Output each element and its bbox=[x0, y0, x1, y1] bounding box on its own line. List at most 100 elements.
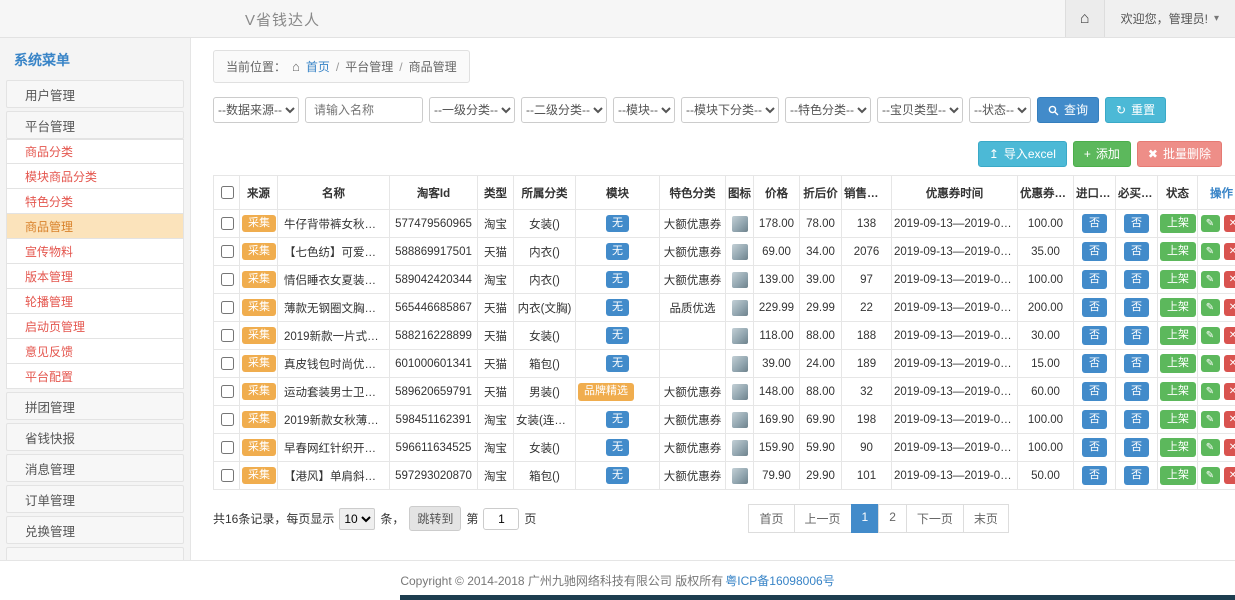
filter-select[interactable]: --数据来源-- bbox=[213, 97, 299, 123]
sidebar-item-用户管理[interactable]: 用户管理 bbox=[6, 80, 184, 108]
delete-button[interactable]: ✕ bbox=[1224, 327, 1235, 344]
jump-page-input[interactable] bbox=[483, 508, 519, 530]
status-button[interactable]: 上架 bbox=[1160, 354, 1196, 372]
import-toggle-button[interactable]: 否 bbox=[1082, 326, 1107, 344]
sidebar-item-cutoff[interactable] bbox=[6, 547, 184, 560]
row-checkbox[interactable] bbox=[221, 469, 234, 482]
page-button-下一页[interactable]: 下一页 bbox=[906, 504, 964, 533]
page-size-select[interactable]: 10 bbox=[339, 508, 375, 530]
status-button[interactable]: 上架 bbox=[1160, 382, 1196, 400]
filter-name-input[interactable] bbox=[305, 97, 423, 123]
sidebar-item-宣传物料[interactable]: 宣传物料 bbox=[6, 239, 184, 264]
delete-button[interactable]: ✕ bbox=[1224, 467, 1235, 484]
status-button[interactable]: 上架 bbox=[1160, 298, 1196, 316]
row-checkbox[interactable] bbox=[221, 301, 234, 314]
must-buy-toggle-button[interactable]: 否 bbox=[1124, 438, 1149, 456]
row-checkbox[interactable] bbox=[221, 217, 234, 230]
filter-select[interactable]: --状态-- bbox=[969, 97, 1031, 123]
sidebar-item-模块商品分类[interactable]: 模块商品分类 bbox=[6, 164, 184, 189]
import-toggle-button[interactable]: 否 bbox=[1082, 214, 1107, 232]
breadcrumb-home-link[interactable]: 首页 bbox=[306, 58, 330, 75]
must-buy-toggle-button[interactable]: 否 bbox=[1124, 270, 1149, 288]
filter-select[interactable]: --特色分类-- bbox=[785, 97, 871, 123]
delete-button[interactable]: ✕ bbox=[1224, 215, 1235, 232]
icp-link[interactable]: 粤ICP备16098006号 bbox=[725, 572, 834, 589]
must-buy-toggle-button[interactable]: 否 bbox=[1124, 466, 1149, 484]
select-all-checkbox[interactable] bbox=[221, 186, 234, 199]
delete-button[interactable]: ✕ bbox=[1224, 355, 1235, 372]
edit-button[interactable]: ✎ bbox=[1201, 383, 1220, 400]
filter-select[interactable]: --一级分类-- bbox=[429, 97, 515, 123]
status-button[interactable]: 上架 bbox=[1160, 214, 1196, 232]
breadcrumb-item-platform[interactable]: 平台管理 bbox=[345, 58, 393, 75]
sidebar-item-商品管理[interactable]: 商品管理 bbox=[6, 214, 184, 239]
sidebar-item-兑换管理[interactable]: 兑换管理 bbox=[6, 516, 184, 544]
page-button-1[interactable]: 1 bbox=[851, 504, 880, 533]
sidebar-item-平台配置[interactable]: 平台配置 bbox=[6, 364, 184, 389]
must-buy-toggle-button[interactable]: 否 bbox=[1124, 242, 1149, 260]
import-toggle-button[interactable]: 否 bbox=[1082, 382, 1107, 400]
add-button[interactable]: + 添加 bbox=[1073, 141, 1131, 167]
sidebar-item-消息管理[interactable]: 消息管理 bbox=[6, 454, 184, 482]
sidebar-item-平台管理[interactable]: 平台管理 bbox=[6, 111, 184, 139]
sidebar-item-订单管理[interactable]: 订单管理 bbox=[6, 485, 184, 513]
must-buy-toggle-button[interactable]: 否 bbox=[1124, 326, 1149, 344]
import-toggle-button[interactable]: 否 bbox=[1082, 270, 1107, 288]
sidebar-item-启动页管理[interactable]: 启动页管理 bbox=[6, 314, 184, 339]
user-menu[interactable]: 欢迎您，管理员! ▾ bbox=[1105, 0, 1235, 37]
status-button[interactable]: 上架 bbox=[1160, 326, 1196, 344]
status-button[interactable]: 上架 bbox=[1160, 270, 1196, 288]
import-toggle-button[interactable]: 否 bbox=[1082, 466, 1107, 484]
edit-button[interactable]: ✎ bbox=[1201, 243, 1220, 260]
row-checkbox[interactable] bbox=[221, 385, 234, 398]
filter-select[interactable]: --二级分类-- bbox=[521, 97, 607, 123]
row-checkbox[interactable] bbox=[221, 357, 234, 370]
import-toggle-button[interactable]: 否 bbox=[1082, 298, 1107, 316]
must-buy-toggle-button[interactable]: 否 bbox=[1124, 410, 1149, 428]
page-button-2[interactable]: 2 bbox=[878, 504, 907, 533]
page-button-上一页[interactable]: 上一页 bbox=[794, 504, 852, 533]
sidebar-item-特色分类[interactable]: 特色分类 bbox=[6, 189, 184, 214]
edit-button[interactable]: ✎ bbox=[1201, 327, 1220, 344]
edit-button[interactable]: ✎ bbox=[1201, 439, 1220, 456]
delete-button[interactable]: ✕ bbox=[1224, 243, 1235, 260]
sidebar-item-商品分类[interactable]: 商品分类 bbox=[6, 139, 184, 164]
must-buy-toggle-button[interactable]: 否 bbox=[1124, 298, 1149, 316]
row-checkbox[interactable] bbox=[221, 441, 234, 454]
filter-select[interactable]: --模块下分类-- bbox=[681, 97, 779, 123]
import-toggle-button[interactable]: 否 bbox=[1082, 354, 1107, 372]
import-toggle-button[interactable]: 否 bbox=[1082, 410, 1107, 428]
page-button-首页[interactable]: 首页 bbox=[748, 504, 794, 533]
sidebar-item-意见反馈[interactable]: 意见反馈 bbox=[6, 339, 184, 364]
batch-delete-button[interactable]: ✖ 批量删除 bbox=[1137, 141, 1222, 167]
edit-button[interactable]: ✎ bbox=[1201, 355, 1220, 372]
row-checkbox[interactable] bbox=[221, 413, 234, 426]
import-toggle-button[interactable]: 否 bbox=[1082, 242, 1107, 260]
home-button[interactable]: ⌂ bbox=[1065, 0, 1105, 37]
sidebar-item-省钱快报[interactable]: 省钱快报 bbox=[6, 423, 184, 451]
status-button[interactable]: 上架 bbox=[1160, 242, 1196, 260]
import-excel-button[interactable]: ↥ 导入excel bbox=[978, 141, 1067, 167]
delete-button[interactable]: ✕ bbox=[1224, 271, 1235, 288]
import-toggle-button[interactable]: 否 bbox=[1082, 438, 1107, 456]
delete-button[interactable]: ✕ bbox=[1224, 411, 1235, 428]
jump-button[interactable]: 跳转到 bbox=[409, 506, 461, 531]
edit-button[interactable]: ✎ bbox=[1201, 467, 1220, 484]
must-buy-toggle-button[interactable]: 否 bbox=[1124, 382, 1149, 400]
row-checkbox[interactable] bbox=[221, 245, 234, 258]
page-button-末页[interactable]: 末页 bbox=[963, 504, 1009, 533]
row-checkbox[interactable] bbox=[221, 273, 234, 286]
edit-button[interactable]: ✎ bbox=[1201, 299, 1220, 316]
status-button[interactable]: 上架 bbox=[1160, 466, 1196, 484]
row-checkbox[interactable] bbox=[221, 329, 234, 342]
status-button[interactable]: 上架 bbox=[1160, 438, 1196, 456]
delete-button[interactable]: ✕ bbox=[1224, 299, 1235, 316]
sidebar-item-拼团管理[interactable]: 拼团管理 bbox=[6, 392, 184, 420]
filter-select[interactable]: --宝贝类型-- bbox=[877, 97, 963, 123]
sidebar-item-版本管理[interactable]: 版本管理 bbox=[6, 264, 184, 289]
edit-button[interactable]: ✎ bbox=[1201, 271, 1220, 288]
edit-button[interactable]: ✎ bbox=[1201, 215, 1220, 232]
edit-button[interactable]: ✎ bbox=[1201, 411, 1220, 428]
delete-button[interactable]: ✕ bbox=[1224, 383, 1235, 400]
status-button[interactable]: 上架 bbox=[1160, 410, 1196, 428]
